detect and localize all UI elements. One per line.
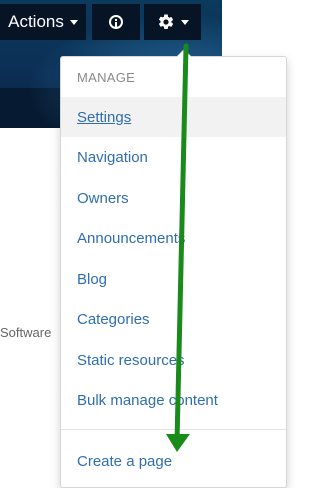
annotation-arrow [166,43,190,452]
